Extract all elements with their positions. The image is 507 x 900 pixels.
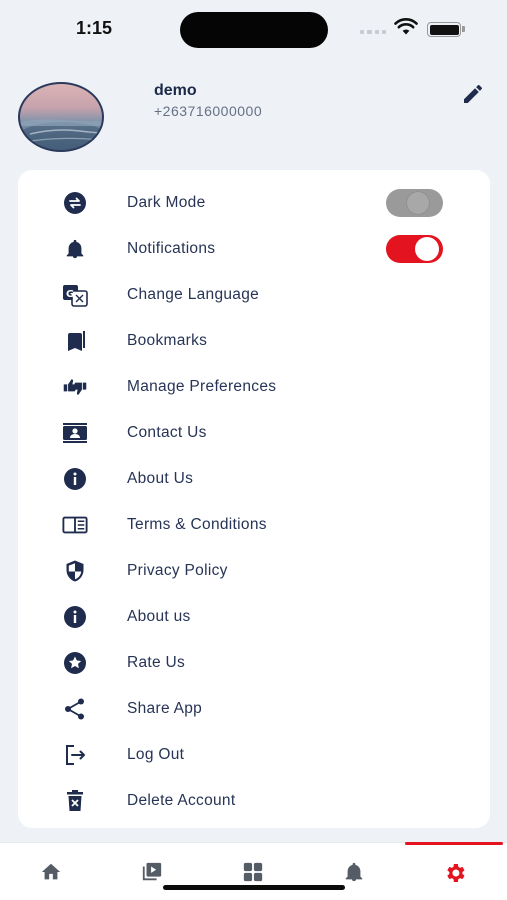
settings-item-label: Change Language — [127, 286, 260, 303]
dark-mode-toggle[interactable] — [386, 189, 443, 217]
settings-item-bookmarks[interactable]: Bookmarks — [18, 318, 490, 364]
video-library-icon — [142, 862, 161, 881]
bell-icon — [62, 237, 88, 261]
avatar[interactable] — [18, 82, 104, 152]
logout-icon — [62, 743, 88, 767]
swap-icon — [62, 191, 88, 215]
settings-item-label: Log Out — [127, 746, 185, 763]
settings-item-change-language[interactable]: G Change Language — [18, 272, 490, 318]
info-icon — [62, 467, 88, 491]
nav-categories[interactable] — [202, 843, 303, 900]
avatar-photo — [20, 119, 102, 150]
bookmarks-icon — [62, 329, 88, 353]
settings-item-manage-preferences[interactable]: Manage Preferences — [18, 364, 490, 410]
settings-item-notifications[interactable]: Notifications — [18, 226, 490, 272]
nav-notifications[interactable] — [303, 843, 404, 900]
trash-icon — [62, 789, 88, 813]
edit-profile-button[interactable] — [461, 82, 489, 106]
book-icon — [62, 513, 88, 537]
settings-item-log-out[interactable]: Log Out — [18, 732, 490, 778]
shield-icon — [62, 559, 88, 583]
gear-icon — [446, 864, 464, 882]
settings-item-label: Notifications — [127, 240, 216, 257]
settings-item-dark-mode[interactable]: Dark Mode — [18, 180, 490, 226]
thumbs-up-down-icon — [62, 375, 88, 399]
settings-item-rate-us[interactable]: Rate Us — [18, 640, 490, 686]
home-indicator — [163, 885, 345, 890]
settings-item-label: About us — [127, 608, 191, 625]
settings-item-label: Bookmarks — [127, 332, 208, 349]
settings-item-label: Rate Us — [127, 654, 186, 671]
settings-item-label: Privacy Policy — [127, 562, 228, 579]
nav-home[interactable] — [0, 843, 101, 900]
translate-icon: G — [62, 283, 88, 307]
contact-card-icon — [62, 421, 88, 445]
profile-phone: +263716000000 — [154, 103, 263, 119]
status-time: 1:15 — [76, 18, 113, 38]
settings-item-share-app[interactable]: Share App — [18, 686, 490, 732]
settings-item-terms-conditions[interactable]: Terms & Conditions — [18, 502, 490, 548]
settings-item-delete-account[interactable]: Delete Account — [18, 778, 490, 824]
info-icon — [62, 605, 88, 629]
settings-item-about-us[interactable]: About Us — [18, 456, 490, 502]
signal-icon — [360, 30, 386, 34]
star-icon — [62, 651, 88, 675]
settings-item-label: Share App — [127, 700, 203, 717]
grid-icon — [243, 862, 262, 882]
settings-card: Dark Mode Notifications G Change Languag… — [18, 170, 490, 828]
settings-item-label: Dark Mode — [127, 194, 206, 211]
settings-item-label: Contact Us — [127, 424, 207, 441]
settings-item-label: Terms & Conditions — [127, 516, 267, 533]
status-bar: 1:15 — [0, 0, 507, 60]
pencil-icon — [464, 84, 483, 103]
svg-text:G: G — [66, 289, 74, 300]
share-icon — [62, 697, 88, 721]
notifications-toggle[interactable] — [386, 235, 443, 263]
bell-icon — [345, 862, 362, 882]
battery-icon — [427, 22, 461, 37]
bottom-nav — [0, 842, 507, 900]
settings-item-privacy-policy[interactable]: Privacy Policy — [18, 548, 490, 594]
home-icon — [41, 863, 60, 880]
settings-item-label: About Us — [127, 470, 194, 487]
dynamic-island — [180, 12, 328, 48]
settings-item-contact-us[interactable]: Contact Us — [18, 410, 490, 456]
settings-item-label: Manage Preferences — [127, 378, 277, 395]
settings-item-about-us-2[interactable]: About us — [18, 594, 490, 640]
settings-item-label: Delete Account — [127, 792, 236, 809]
profile-name: demo — [154, 82, 197, 99]
wifi-icon — [394, 18, 418, 35]
nav-settings[interactable] — [404, 843, 505, 900]
nav-videos[interactable] — [101, 843, 202, 900]
